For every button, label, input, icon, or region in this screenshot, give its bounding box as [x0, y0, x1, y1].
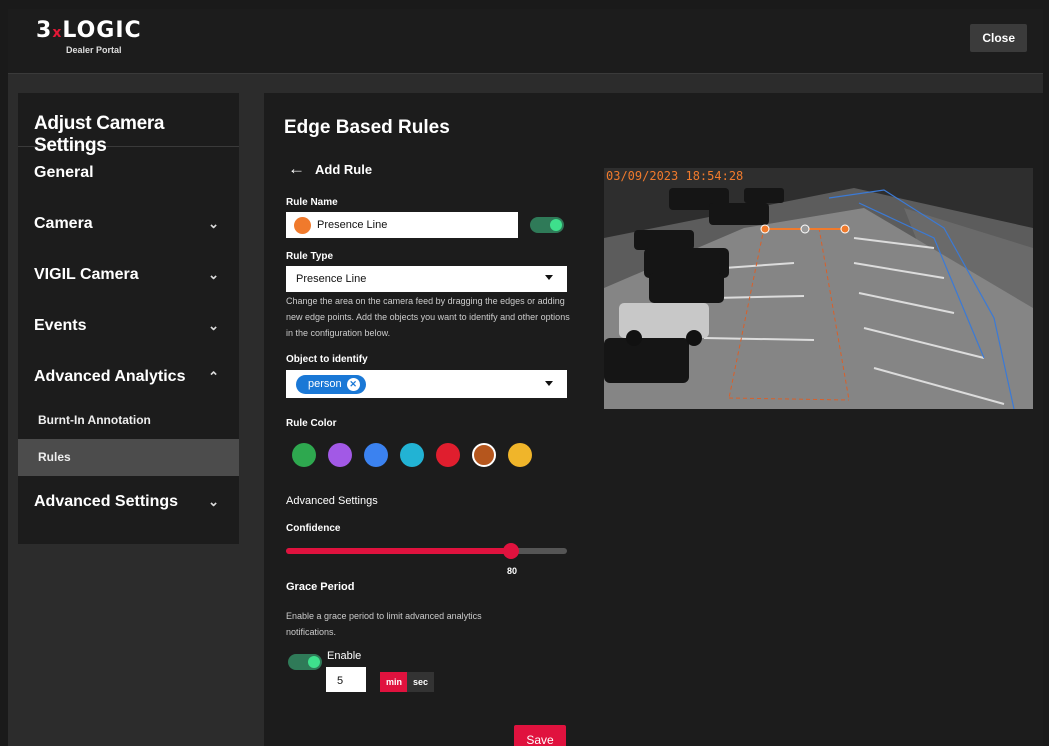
close-button[interactable]: Close [970, 24, 1027, 52]
sidebar-item-label: Advanced Analytics [34, 368, 186, 385]
arrow-left-icon: ← [288, 159, 305, 178]
sidebar-title: Adjust Camera Settings [18, 93, 239, 156]
grace-value-input[interactable]: 5 [326, 667, 366, 692]
caret-down-icon [545, 381, 553, 386]
color-picker [292, 443, 544, 467]
sidebar-subitem-burnt-in-annotation[interactable]: Burnt-In Annotation [18, 402, 239, 439]
caret-down-icon [545, 275, 553, 280]
rule-name-input[interactable]: Presence Line [286, 212, 518, 238]
grace-enable-toggle[interactable] [288, 654, 322, 670]
remove-chip-icon[interactable]: ✕ [346, 377, 360, 391]
slider-fill [286, 548, 511, 554]
sidebar-subitem-rules[interactable]: Rules [18, 439, 239, 476]
app-window: 3xLOGIC Dealer Portal Close Adjust Camer… [8, 9, 1043, 746]
logo-mark: 3xLOGIC [36, 19, 142, 45]
object-select[interactable]: person ✕ [286, 370, 567, 398]
chevron-down-icon: ⌄ [208, 267, 219, 282]
chevron-down-icon: ⌄ [208, 216, 219, 231]
rule-type-select[interactable]: Presence Line [286, 266, 567, 292]
object-chip-label: person [308, 378, 342, 390]
logo: 3xLOGIC Dealer Portal [36, 19, 142, 56]
rule-name-value: Presence Line [317, 219, 388, 231]
sidebar-item-camera[interactable]: Camera ⌄ [18, 198, 239, 249]
back-button[interactable]: ← Add Rule [288, 159, 372, 179]
color-swatch[interactable] [436, 443, 460, 467]
chevron-down-icon: ⌄ [208, 318, 219, 333]
rule-name-label: Rule Name [286, 197, 338, 208]
slider-thumb[interactable] [502, 543, 519, 559]
save-button[interactable]: Save [514, 725, 566, 746]
main-panel: Edge Based Rules ← Add Rule Rule Name Pr… [264, 93, 1043, 746]
logo-part-a: 3 [36, 18, 53, 43]
sidebar-item-label: Events [34, 317, 87, 334]
logo-part-b: LOGIC [62, 18, 142, 43]
color-swatch[interactable] [292, 443, 316, 467]
top-bar: 3xLOGIC Dealer Portal Close [8, 9, 1043, 74]
settings-sidebar: Adjust Camera Settings General Camera ⌄ … [18, 93, 239, 544]
color-swatch[interactable] [472, 443, 496, 467]
sidebar-item-advanced-settings[interactable]: Advanced Settings ⌄ [18, 476, 239, 527]
sidebar-item-advanced-analytics[interactable]: Advanced Analytics ⌃ [18, 351, 239, 402]
color-swatch[interactable] [508, 443, 532, 467]
camera-timestamp: 03/09/2023 18:54:28 [606, 169, 744, 183]
sidebar-item-label: General [34, 164, 94, 181]
chevron-down-icon: ⌄ [208, 494, 219, 509]
unit-min-button[interactable]: min [380, 672, 409, 692]
rule-help-text: Change the area on the camera feed by dr… [286, 296, 570, 338]
rule-type-label: Rule Type [286, 251, 334, 262]
logo-subtitle: Dealer Portal [66, 45, 122, 55]
confidence-slider[interactable] [286, 543, 567, 559]
sidebar-item-label: Camera [34, 215, 93, 232]
grace-period-label: Grace Period [286, 581, 355, 593]
sidebar-item-events[interactable]: Events ⌄ [18, 300, 239, 351]
back-label: Add Rule [315, 161, 373, 177]
grace-help-text: Enable a grace period to limit advanced … [286, 611, 482, 637]
toggle-knob [308, 656, 320, 668]
sidebar-item-label: Advanced Settings [34, 493, 179, 510]
object-label: Object to identify [286, 354, 368, 365]
color-swatch[interactable] [328, 443, 352, 467]
page-title: Edge Based Rules [284, 117, 450, 138]
sidebar-item-general[interactable]: General [18, 147, 239, 198]
rule-enable-toggle[interactable] [530, 217, 564, 233]
confidence-label: Confidence [286, 523, 341, 534]
camera-feed[interactable]: 03/09/2023 18:54:28 [604, 168, 1033, 409]
rule-type-value: Presence Line [296, 273, 367, 285]
advanced-settings-label: Advanced Settings [286, 495, 378, 507]
object-chip: person ✕ [296, 374, 366, 394]
logo-x: x [52, 25, 63, 41]
confidence-value: 80 [507, 566, 518, 576]
sidebar-item-label: VIGIL Camera [34, 266, 139, 283]
enable-label: Enable [327, 650, 362, 662]
camera-image [604, 168, 1033, 409]
sidebar-item-vigil-camera[interactable]: VIGIL Camera ⌄ [18, 249, 239, 300]
chevron-up-icon: ⌃ [208, 369, 219, 384]
unit-sec-button[interactable]: sec [407, 672, 435, 692]
rule-color-swatch [294, 216, 311, 234]
color-swatch[interactable] [400, 443, 424, 467]
color-swatch[interactable] [364, 443, 388, 467]
rule-color-label: Rule Color [286, 418, 337, 429]
toggle-knob [550, 219, 562, 231]
